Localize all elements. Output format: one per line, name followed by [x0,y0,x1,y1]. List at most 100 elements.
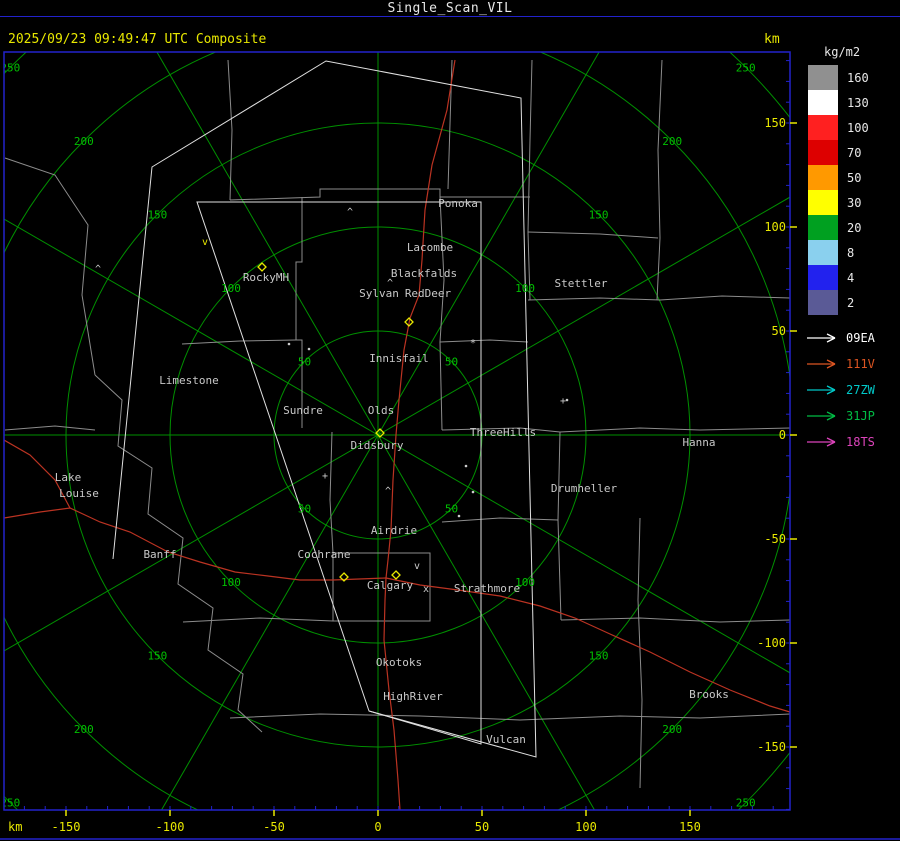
county-boundary [656,59,663,301]
city-label: Banff [143,548,176,561]
scale-swatch [808,140,838,165]
legend-panel: kg/m2 160 130 100 70 50 30 20 8 4 2 09EA 111V 27ZW 3… [800,45,900,455]
scale-value: 8 [847,245,855,260]
range-ring-label: 150 [589,650,609,663]
city-label: Blackfalds [391,267,457,280]
scale-swatch [808,115,838,140]
scale-swatch [808,265,838,290]
scale-value: 20 [847,220,862,235]
range-ring-label: 100 [221,576,241,589]
city-label: Innisfail [369,352,429,365]
radar-entry: 31JP [800,403,900,429]
scale-entry: 50 [800,165,900,190]
town-dot-marker [307,347,311,351]
city-label: Strathmore [454,582,520,595]
town-marker: ^ [95,264,101,275]
radar-id: 111V [846,357,875,371]
range-ring-label: 150 [147,650,167,663]
radar-id: 09EA [846,331,875,345]
town-marker: ^ [347,207,353,218]
town-marker: v [414,561,420,572]
county-boundary [439,196,445,431]
town-marker: + [322,471,328,482]
radar-id: 31JP [846,409,875,423]
radar-arrow-icon [807,333,836,343]
range-ring-label: 200 [74,723,94,736]
county-boundary [329,431,334,554]
scale-entry: 70 [800,140,900,165]
city-label: Sylvan [359,287,399,300]
bottom-axis-label: -150 [52,820,81,834]
bottom-axis-unit: km [8,820,22,834]
right-axis-label: 100 [764,220,786,234]
right-axis-label: -100 [757,636,786,650]
scale-entry: 8 [800,240,900,265]
town-marker: ^ [385,486,391,497]
city-label: Cochrane [298,548,351,561]
city-label: Didsbury [351,439,404,452]
right-axis-label: -50 [764,532,786,546]
city-label: Olds [368,404,395,417]
range-ring-label: 200 [662,135,682,148]
radar-viewer: Single_Scan_VIL 2025/09/23 09:49:47 UTC … [0,0,900,841]
scale-value: 30 [847,195,862,210]
scale-value: 4 [847,270,855,285]
scale-entry: 2 [800,290,900,315]
scale-entry: 100 [800,115,900,140]
city-label: Okotoks [376,656,422,669]
radar-id: 18TS [846,435,875,449]
bottom-axis-label: -100 [156,820,185,834]
range-ring-label: 50 [445,355,458,368]
range-ring-label: 50 [298,355,311,368]
radar-coverage-outline [112,60,537,758]
scale-value: 2 [847,295,855,310]
right-axis-label: -150 [757,740,786,754]
county-boundary [181,339,297,345]
bottom-axis-label: 100 [575,820,597,834]
highway-line [385,577,790,713]
scale-entry: 20 [800,215,900,240]
radar-id: 27ZW [846,383,875,397]
right-axis-label: 50 [772,324,786,338]
town-marker: x [423,584,429,595]
county-boundary [229,188,530,201]
town-marker: v [202,237,208,248]
radar-entry: 09EA [800,325,900,351]
county-boundary [527,231,659,239]
town-dot-marker [457,514,461,518]
county-boundary [295,197,303,428]
bottom-axis-label: 50 [475,820,489,834]
radar-arrow-icon [807,359,836,369]
range-ring-label: 200 [74,135,94,148]
color-scale: 160 130 100 70 50 30 20 8 4 2 [800,65,900,315]
city-label: Hanna [682,436,715,449]
scale-swatch [808,90,838,115]
city-label: Vulcan [486,733,526,746]
city-label: Lacombe [407,241,453,254]
radar-site-legend: 09EA 111V 27ZW 31JP 18TS [800,325,900,455]
range-ring-label: 250 [736,61,756,74]
radar-map: 5010015020025050100150200250501001502002… [0,16,900,840]
city-label: Stettler [555,277,608,290]
city-label: Lake [55,471,82,484]
scale-value: 50 [847,170,862,185]
town-dot-marker [565,398,569,402]
town-dot-marker [464,464,468,468]
scale-value: 160 [847,70,869,85]
right-axis-label: 0 [779,428,786,442]
radar-entry: 111V [800,351,900,377]
scale-swatch [808,290,838,315]
county-boundary [229,713,790,721]
city-label: Ponoka [438,197,478,210]
legend-unit-label: kg/m2 [824,45,861,59]
city-diamond-marker [391,570,401,580]
city-label: RedDeer [405,287,452,300]
city-label: RockyMH [243,271,289,284]
county-boundary [527,59,533,301]
town-marker: * [470,338,476,349]
city-label: Calgary [367,579,414,592]
county-boundary [182,617,334,623]
scale-swatch [808,240,838,265]
scale-swatch [808,165,838,190]
city-label: Airdrie [371,524,417,537]
